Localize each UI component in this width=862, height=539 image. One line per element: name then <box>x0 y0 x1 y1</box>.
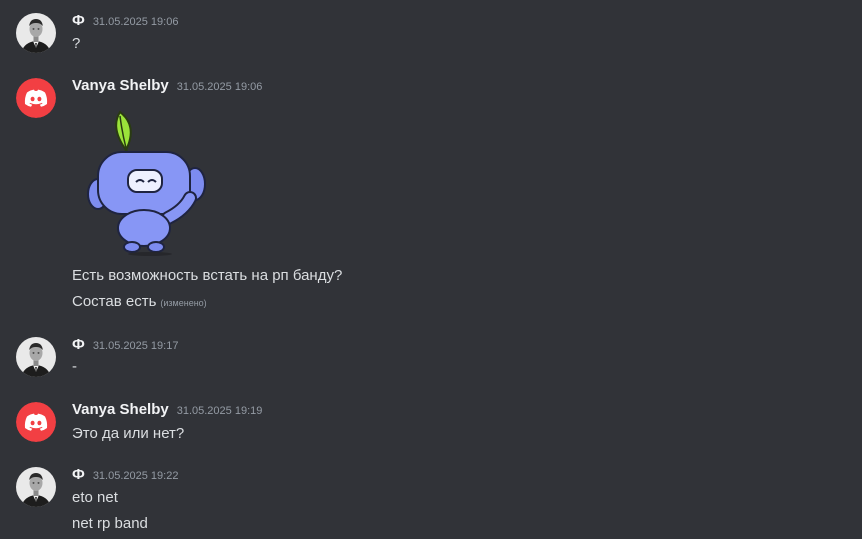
message-content: Состав есть (изменено) <box>72 291 207 314</box>
user-avatar[interactable] <box>16 402 56 442</box>
message-timestamp: 31.05.2025 19:06 <box>92 16 179 28</box>
message-timestamp: 31.05.2025 19:22 <box>92 470 179 482</box>
person-photo-icon <box>16 467 56 507</box>
edited-label: (изменено) <box>160 298 207 308</box>
message-author[interactable]: Ф <box>72 336 85 353</box>
message-content: Это да или нет? <box>72 425 185 442</box>
message-text: Состав есть <box>72 293 157 310</box>
person-photo-icon <box>16 13 56 53</box>
message-content: ? <box>72 35 81 52</box>
message-timestamp: 31.05.2025 19:17 <box>92 340 179 352</box>
message-author[interactable]: Vanya Shelby <box>72 77 169 94</box>
wumpus-sticker-icon <box>87 110 206 256</box>
wumpus-sprout-sticker[interactable] <box>80 106 216 256</box>
user-avatar[interactable] <box>16 78 56 118</box>
message-content: eto net <box>72 489 118 506</box>
discord-logo-icon <box>16 402 56 442</box>
message-timestamp: 31.05.2025 19:06 <box>176 81 263 93</box>
message-author[interactable]: Ф <box>72 466 85 483</box>
user-avatar[interactable] <box>16 13 56 53</box>
user-avatar[interactable] <box>16 337 56 377</box>
user-avatar[interactable] <box>16 467 56 507</box>
message-content: net rp band <box>72 515 148 532</box>
message-timestamp: 31.05.2025 19:19 <box>176 405 263 417</box>
message-content: Есть возможность встать на рп банду? <box>72 267 343 284</box>
message-author[interactable]: Vanya Shelby <box>72 401 169 418</box>
chat-message-list: Ф 31.05.2025 19:06 ? Vanya Shelby 31.05.… <box>0 0 862 539</box>
message-content: - <box>72 358 77 375</box>
person-photo-icon <box>16 337 56 377</box>
discord-logo-icon <box>16 78 56 118</box>
message-author[interactable]: Ф <box>72 12 85 29</box>
